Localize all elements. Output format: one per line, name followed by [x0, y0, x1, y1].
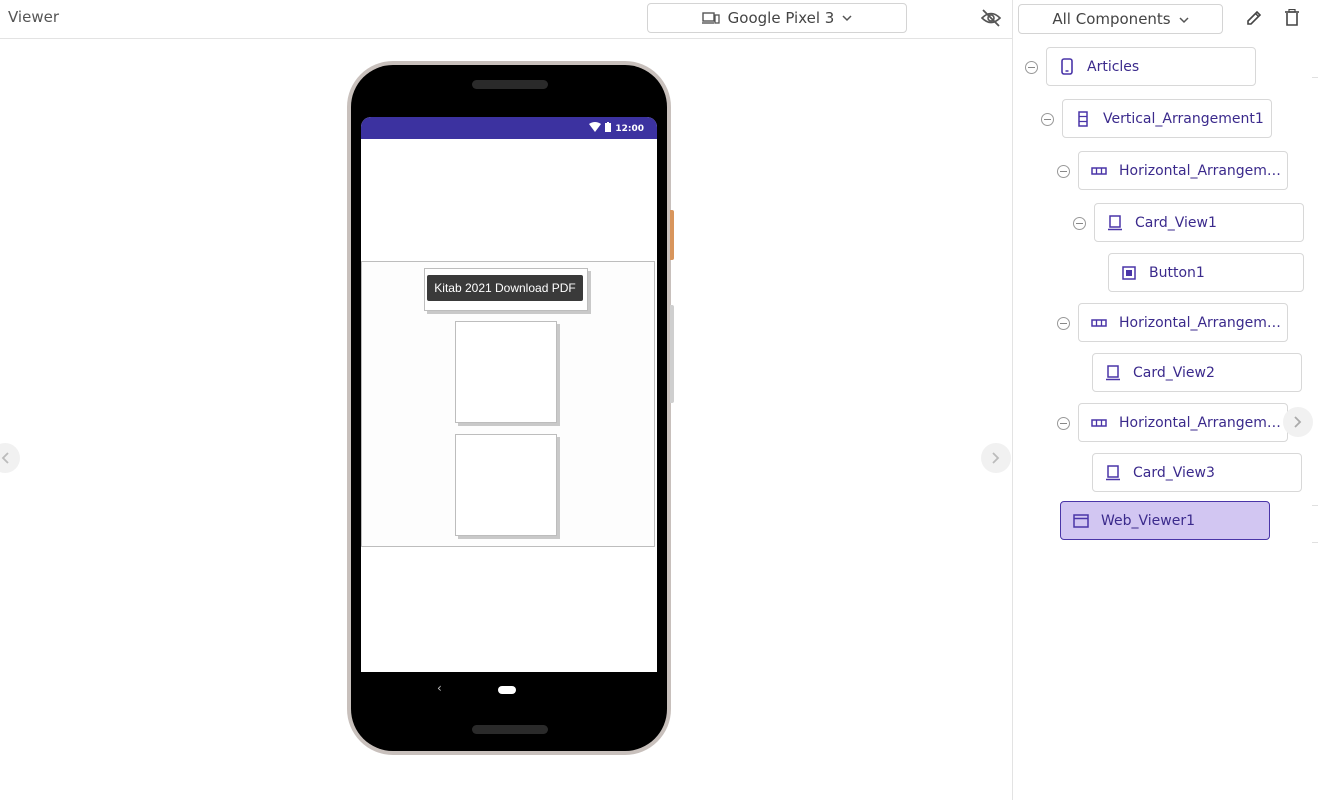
- back-icon: ‹: [437, 681, 442, 695]
- button-icon: [1121, 265, 1137, 281]
- viewer-title: Viewer: [8, 8, 59, 26]
- tree-item-label: Web_Viewer1: [1101, 512, 1196, 529]
- web-viewer-icon: [1073, 513, 1089, 529]
- status-bar: 12:00: [361, 117, 657, 139]
- edge-divider: [1312, 542, 1318, 543]
- card-view3-preview[interactable]: [455, 434, 557, 536]
- horizontal-arrangement-icon: [1091, 315, 1107, 331]
- components-filter-select[interactable]: All Components: [1018, 4, 1223, 34]
- chevron-down-icon: [1179, 10, 1189, 28]
- tree-item-label: Horizontal_Arrangem…: [1119, 162, 1281, 179]
- collapse-toggle-card-view1[interactable]: [1073, 217, 1086, 230]
- button1-preview[interactable]: Kitab 2021 Download PDF: [427, 275, 583, 301]
- edge-divider: [1312, 505, 1318, 506]
- viewer-pane: Viewer Google Pixel 3 12:00 Kitab 2021 D…: [0, 0, 1012, 800]
- edge-divider: [1312, 77, 1318, 78]
- tree-item-label: Card_View2: [1133, 364, 1215, 381]
- tree-item-label: Horizontal_Arrangem…: [1119, 414, 1281, 431]
- phone-speaker-top: [472, 80, 548, 89]
- card-view-icon: [1105, 364, 1121, 381]
- vertical-arrangement-icon: [1075, 110, 1091, 127]
- chevron-right-icon: [1293, 413, 1303, 432]
- phone-volume-button: [670, 305, 674, 403]
- horizontal-arrangement-icon: [1091, 415, 1107, 431]
- phone-screen: 12:00 Kitab 2021 Download PDF ‹: [361, 117, 657, 707]
- components-pane: All Components Articles Vertical_Arrange…: [1013, 0, 1318, 800]
- wifi-icon: [589, 122, 602, 135]
- scroll-right-button[interactable]: [981, 443, 1011, 473]
- app-root: Viewer Google Pixel 3 12:00 Kitab 2021 D…: [0, 0, 1318, 800]
- pencil-icon[interactable]: [1245, 9, 1263, 31]
- tree-item-card-view1[interactable]: Card_View1: [1094, 203, 1304, 242]
- tree-item-horizontal-arrangement2[interactable]: Horizontal_Arrangem…: [1078, 303, 1288, 342]
- tree-item-web-viewer1[interactable]: Web_Viewer1: [1060, 501, 1270, 540]
- device-label: Google Pixel 3: [727, 9, 835, 27]
- components-filter-label: All Components: [1052, 10, 1171, 28]
- status-icons: 12:00: [589, 122, 644, 135]
- tree-item-card-view2[interactable]: Card_View2: [1092, 353, 1302, 392]
- card-view-icon: [1105, 464, 1121, 481]
- home-pill-icon: [498, 686, 516, 694]
- chevron-left-icon: [0, 449, 10, 468]
- tree-item-label: Button1: [1149, 264, 1205, 281]
- card-view2-preview[interactable]: [455, 321, 557, 423]
- device-select[interactable]: Google Pixel 3: [647, 3, 907, 33]
- collapse-toggle-articles[interactable]: [1025, 61, 1038, 74]
- phone-power-button: [670, 210, 674, 260]
- phone-icon: [1059, 58, 1075, 75]
- status-time: 12:00: [615, 123, 644, 134]
- tree-item-label: Card_View1: [1135, 214, 1217, 231]
- collapse-toggle-horizontal-arrangement3[interactable]: [1057, 417, 1070, 430]
- chevron-down-icon: [842, 14, 852, 22]
- tree-item-vertical-arrangement1[interactable]: Vertical_Arrangement1: [1062, 99, 1272, 138]
- tree-item-label: Vertical_Arrangement1: [1103, 110, 1264, 127]
- tree-scroll-right-button[interactable]: [1283, 407, 1313, 437]
- tree-item-label: Card_View3: [1133, 464, 1215, 481]
- devices-icon: [701, 11, 720, 25]
- eye-off-icon[interactable]: [980, 8, 1002, 28]
- tree-item-horizontal-arrangement3[interactable]: Horizontal_Arrangem…: [1078, 403, 1288, 442]
- trash-icon[interactable]: [1284, 8, 1300, 31]
- tree-item-card-view3[interactable]: Card_View3: [1092, 453, 1302, 492]
- android-nav-bar: ‹: [361, 672, 657, 707]
- tree-item-label: Horizontal_Arrangem…: [1119, 314, 1281, 331]
- battery-icon: [605, 122, 612, 135]
- phone-speaker-bottom: [472, 725, 548, 734]
- tree-item-horizontal-arrangement1[interactable]: Horizontal_Arrangem…: [1078, 151, 1288, 190]
- card-view-icon: [1107, 214, 1123, 231]
- viewer-header: Viewer Google Pixel 3: [0, 0, 1012, 39]
- collapse-toggle-horizontal-arrangement2[interactable]: [1057, 317, 1070, 330]
- tree-item-label: Articles: [1087, 58, 1140, 75]
- tree-item-button1[interactable]: Button1: [1108, 253, 1304, 292]
- chevron-right-icon: [991, 449, 1001, 468]
- tree-item-articles[interactable]: Articles: [1046, 47, 1256, 86]
- collapse-toggle-vertical-arrangement1[interactable]: [1041, 113, 1054, 126]
- collapse-toggle-horizontal-arrangement1[interactable]: [1057, 165, 1070, 178]
- card-view1-preview[interactable]: Kitab 2021 Download PDF: [424, 268, 588, 311]
- vertical-arrangement-preview[interactable]: Kitab 2021 Download PDF: [361, 261, 655, 547]
- scroll-left-button[interactable]: [0, 443, 20, 473]
- horizontal-arrangement-icon: [1091, 163, 1107, 179]
